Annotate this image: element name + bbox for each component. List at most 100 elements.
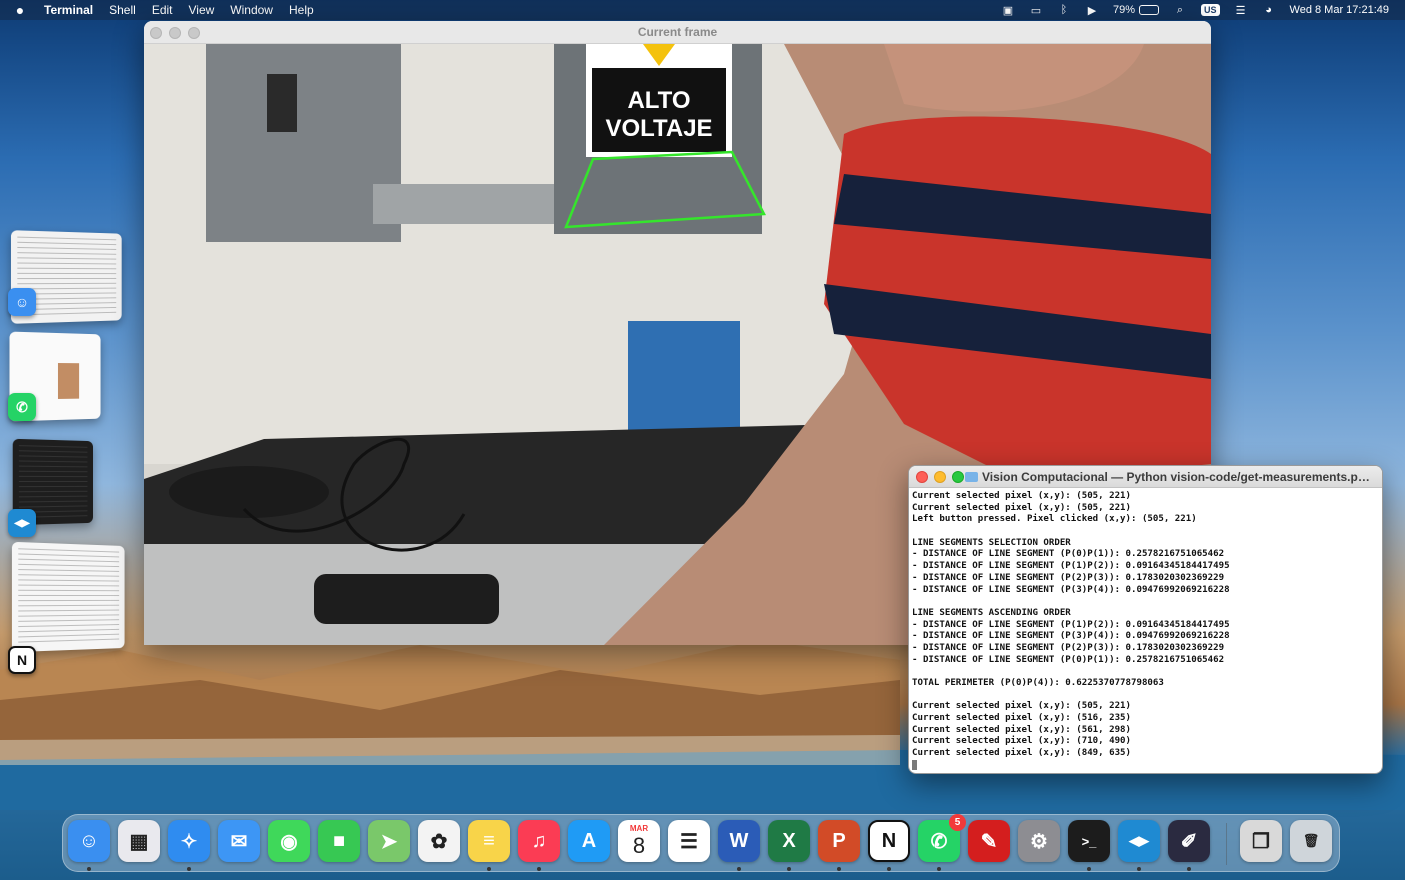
terminal-line: - DISTANCE OF LINE SEGMENT (P(0)P(1)): 0… [912,654,1225,665]
app-store-icon[interactable]: A [568,820,610,862]
terminal-line: Current selected pixel (x,y): (561, 298) [912,724,1131,735]
launchpad-icon-glyph: ▦ [129,830,149,853]
menu-shell[interactable]: Shell [101,0,144,20]
powerpoint-icon-glyph: P [832,829,846,852]
display-icon[interactable]: ▭ [1029,4,1043,17]
notion-icon-glyph: N [881,829,897,852]
music-icon[interactable]: ♫ [518,820,560,862]
whatsapp-icon: ✆ [8,393,36,421]
menu-app-name[interactable]: Terminal [40,0,101,20]
notion-icon[interactable]: N [868,820,910,862]
battery-status[interactable]: 79% [1112,4,1160,16]
documents-folder-icon[interactable]: ❐ [1240,820,1282,862]
terminal-line: - DISTANCE OF LINE SEGMENT (P(3)P(4)): 0… [912,631,1230,642]
running-indicator [937,867,941,871]
window-titlebar[interactable]: Current frame [144,21,1211,44]
word-icon-glyph: W [729,829,749,852]
terminal-line: Current selected pixel (x,y): (849, 635) [912,748,1131,759]
acrobat-icon[interactable]: ✎ [968,820,1010,862]
pencil-app-icon[interactable]: ✐ [1168,820,1210,862]
notification-badge: 5 [949,814,966,831]
system-settings-icon-glyph: ⚙ [1030,830,1048,853]
dock-separator [1226,823,1227,865]
terminal-line: LINE SEGMENTS SELECTION ORDER [912,537,1071,548]
powerpoint-icon[interactable]: P [818,820,860,862]
sign-text-line1: ALTO [627,87,690,114]
battery-percent: 79% [1112,4,1136,16]
input-source-badge[interactable]: US [1201,4,1220,16]
running-indicator [187,867,191,871]
menu-window[interactable]: Window [222,0,281,20]
facetime-icon-glyph: ■ [332,829,346,852]
menu-help[interactable]: Help [281,0,322,20]
finder-icon: ☺ [8,288,36,316]
siri-icon[interactable]: ◕ [1262,4,1276,16]
menu-edit[interactable]: Edit [144,0,181,20]
stage-thumbnail-notion[interactable] [11,541,125,653]
running-indicator [537,867,541,871]
product-box [628,321,740,441]
terminal-output[interactable]: Current selected pixel (x,y): (505, 221)… [909,488,1382,773]
terminal-line: Current selected pixel (x,y): (505, 221) [912,502,1131,513]
terminal-icon[interactable]: >_ [1068,820,1110,862]
whatsapp-icon[interactable]: ✆ 5 [918,814,966,862]
safari-icon-glyph: ✧ [180,830,198,853]
system-settings-icon[interactable]: ⚙ [1018,820,1060,862]
electrical-panel [206,44,401,242]
running-indicator [887,867,891,871]
thumbnail-photo [57,363,80,399]
messages-icon[interactable]: ◉ [268,820,310,862]
apple-menu-icon[interactable]: ● [0,2,40,18]
user-account-icon[interactable]: ▣ [1001,4,1015,17]
menu-view[interactable]: View [181,0,223,20]
safari-icon[interactable]: ✧ [168,820,210,862]
mail-icon[interactable]: ✉ [218,820,260,862]
close-button[interactable] [150,27,162,39]
vscode-icon: ◀▶ [8,509,36,537]
terminal-line: - DISTANCE OF LINE SEGMENT (P(2)P(3)): 0… [912,572,1225,583]
app-store-icon-glyph: A [581,829,597,852]
spotlight-search-icon[interactable]: ⌕ [1173,4,1187,16]
finder-icon[interactable]: ☺ [68,820,110,862]
acrobat-icon-glyph: ✎ [980,830,998,853]
zoom-button[interactable] [952,471,964,483]
control-center-icon[interactable]: ☰ [1234,4,1248,17]
minimize-button[interactable] [934,471,946,483]
menubar-clock[interactable]: Wed 8 Mar 17:21:49 [1290,4,1389,16]
trash-icon[interactable]: 🗑 [1290,820,1332,862]
messages-icon-glyph: ◉ [280,830,298,853]
close-button[interactable] [916,471,928,483]
terminal-line: Current selected pixel (x,y): (516, 235) [912,713,1131,724]
word-icon[interactable]: W [718,820,760,862]
minimize-button[interactable] [169,27,181,39]
calendar-day: 8 [632,833,646,858]
launchpad-icon[interactable]: ▦ [118,820,160,862]
now-playing-icon[interactable]: ▶ [1085,4,1099,17]
terminal-line: TOTAL PERIMETER (P(0)P(4)): 0.6225370778… [912,678,1164,688]
documents-folder-icon-glyph: ❐ [1252,830,1270,853]
maps-icon[interactable]: ➤ [368,820,410,862]
excel-icon[interactable]: X [768,820,810,862]
photos-icon[interactable]: ✿ [418,820,460,862]
terminal-line: - DISTANCE OF LINE SEGMENT (P(2)P(3)): 0… [912,642,1225,653]
window-title: Current frame [637,25,718,39]
excel-icon-glyph: X [782,829,796,852]
reminders-icon-glyph: ☰ [680,830,698,853]
battery-icon [1139,5,1160,15]
notes-icon[interactable]: ≡ [468,820,510,862]
zoom-button[interactable] [188,27,200,39]
sign-text-line2: VOLTAJE [605,115,712,142]
facetime-icon[interactable]: ■ [318,820,360,862]
terminal-titlebar[interactable]: Vision Computacional — Python vision-cod… [909,466,1382,488]
terminal-window[interactable]: Vision Computacional — Python vision-cod… [908,465,1383,774]
bluetooth-icon[interactable]: ᛒ [1057,4,1071,16]
terminal-title: Vision Computacional — Python vision-cod… [982,470,1370,484]
reminders-icon[interactable]: ☰ [668,820,710,862]
calendar-icon[interactable]: MAR 8 [618,820,660,862]
vscode-icon[interactable]: ◀▶ [1118,820,1160,862]
notes-icon-glyph: ≡ [483,829,495,852]
menu-bar: ● Terminal Shell Edit View Window Help ▣… [0,0,1405,20]
window-controls [150,27,200,39]
terminal-prompt-line[interactable] [912,759,1379,772]
